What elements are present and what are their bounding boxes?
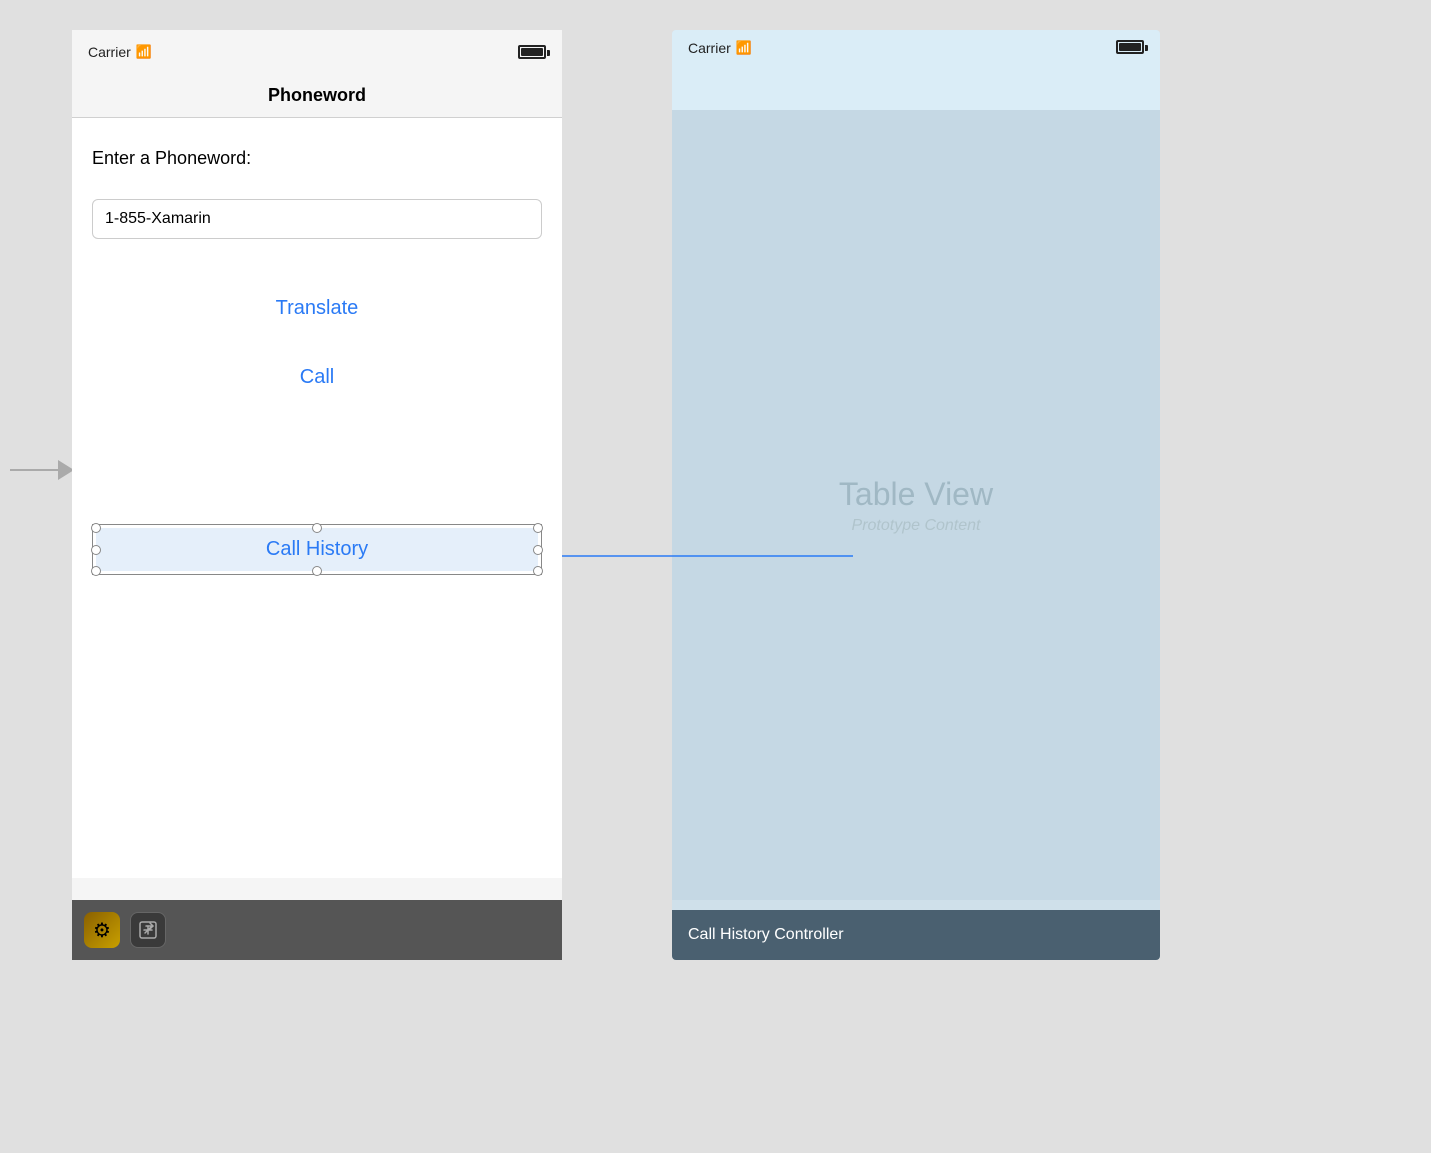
export-icon[interactable] [130,912,166,948]
handle-bm[interactable] [312,566,322,576]
table-view-area: Table View Prototype Content [672,110,1160,900]
handle-ml[interactable] [91,545,101,555]
nav-title: Phoneword [268,85,366,106]
handle-br[interactable] [533,566,543,576]
main-content-area: Enter a Phoneword: Translate Call Call H… [72,118,562,878]
table-view-sublabel: Prototype Content [852,517,981,535]
call-button[interactable]: Call [92,358,542,397]
wifi-icon: 📶 [136,44,152,60]
right-battery-icon [1116,40,1144,54]
left-carrier: Carrier 📶 [88,44,152,60]
phone-toolbar: ⚙ [72,900,562,960]
handle-tr[interactable] [533,523,543,533]
left-phone: Carrier 📶 Phoneword Enter a Phoneword: T… [72,30,562,960]
right-wifi-icon: 📶 [736,40,752,56]
call-history-wrapper: Call History [92,524,542,575]
handle-tl[interactable] [91,523,101,533]
phoneword-input[interactable] [92,199,542,239]
enter-phoneword-label: Enter a Phoneword: [92,148,542,169]
gear-icon[interactable]: ⚙ [84,912,120,948]
right-phone: Carrier 📶 Table View Prototype Content C… [672,30,1160,960]
call-history-controller-label: Call History Controller [688,926,844,944]
carrier-text: Carrier [88,44,131,60]
left-nav-bar: Phoneword [72,74,562,118]
arrow-body [10,469,58,471]
right-carrier-text: Carrier [688,40,731,56]
handle-tm[interactable] [312,523,322,533]
selection-handles: Call History [92,524,542,575]
right-carrier: Carrier 📶 [688,40,752,56]
translate-button[interactable]: Translate [92,289,542,328]
table-view-label: Table View [839,476,993,513]
left-status-bar: Carrier 📶 [72,30,562,74]
handle-mr[interactable] [533,545,543,555]
handle-bl[interactable] [91,566,101,576]
battery-icon [518,45,546,59]
call-history-button[interactable]: Call History [96,528,538,571]
right-status-bar: Carrier 📶 [672,30,1160,110]
segue-arrow [10,460,74,480]
right-phone-footer: Call History Controller [672,910,1160,960]
